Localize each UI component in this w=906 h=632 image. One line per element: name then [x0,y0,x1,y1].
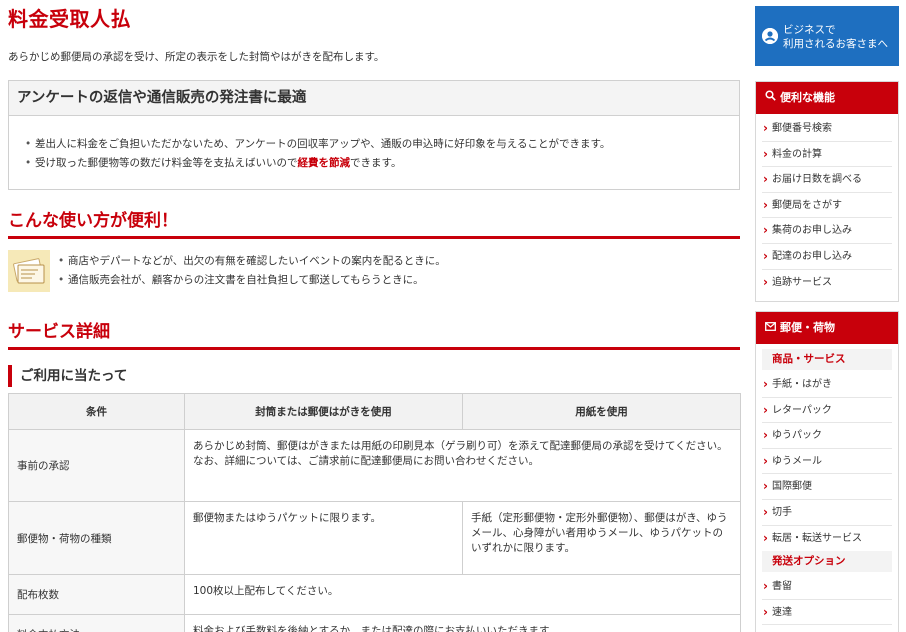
row-value: あらかじめ封筒、郵便はがきまたは用紙の印刷見本（ゲラ刷り可）を添えて配達郵便局の… [184,429,741,502]
sidebar-link-pickup[interactable]: 集荷のお申し込み [762,218,892,244]
options-list: 書留 速達 [762,574,892,626]
sidebar-link-yumail[interactable]: ゆうメール [762,449,892,475]
table-row: 配布枚数 100枚以上配布してください。 [8,574,741,615]
sidebar-link-express[interactable]: 速達 [762,600,892,626]
business-user-icon [762,28,778,44]
category-shipping-options: 発送オプション [762,551,892,573]
tools-list: 郵便番号検索 料金の計算 お届け日数を調べる 郵便局をさがす 集荷のお申し込み … [756,114,898,295]
usage-list: 商店やデパートなどが、出欠の有無を確認したいイベントの案内を配るときに。 通信販… [58,252,446,290]
feature-list: 差出人に料金をご負担いただかないため、アンケートの回収率アップや、通販の申込時に… [9,116,739,173]
sidebar-link-fee-calc[interactable]: 料金の計算 [762,142,892,168]
usage-item: 通信販売会社が、顧客からの注文書を自社負担して郵送してもらうときに。 [58,271,446,290]
envelope-letters-icon [8,250,50,292]
tools-panel-header: 便利な機能 [756,82,898,114]
sidebar-link-redelivery[interactable]: 配達のお申し込み [762,244,892,270]
conditions-table: 条件 封筒または郵便はがきを使用 用紙を使用 事前の承認 あらかじめ封筒、郵便は… [8,393,741,632]
table-row: 料金支払方法 料金および手数料を後納とするか、または配達の際にお支払いいただきま… [8,614,741,632]
business-button-label: ビジネスで 利用されるお客さまへ [783,23,888,51]
sidebar-link-tracking[interactable]: 追跡サービス [762,270,892,296]
row-label: 料金支払方法 [8,614,185,632]
envelope-icon [764,312,776,344]
sidebar-link-yupack[interactable]: ゆうパック [762,423,892,449]
usage-heading: こんな使い方が便利！ [8,206,740,239]
row-value: 100枚以上配布してください。 [184,574,741,615]
page-lead: あらかじめ郵便局の承認を受け、所定の表示をした封筒やはがきを配布します。 [8,51,385,63]
mail-panel-title: 郵便・荷物 [780,321,835,334]
feature-box: アンケートの返信や通信販売の発注書に最適 差出人に料金をご負担いただかないため、… [8,80,740,190]
business-button-line1: ビジネスで [783,24,836,36]
sidebar-link-postal-code[interactable]: 郵便番号検索 [762,116,892,142]
sidebar-link-letters[interactable]: 手紙・はがき [762,372,892,398]
magnifier-icon [764,82,776,114]
tools-panel: 便利な機能 郵便番号検索 料金の計算 お届け日数を調べる 郵便局をさがす 集荷の… [755,81,899,302]
table-header-cell: 封筒または郵便はがきを使用 [184,393,463,430]
usage-row: 商店やデパートなどが、出欠の有無を確認したいイベントの案内を配るときに。 通信販… [8,250,740,300]
table-row: 事前の承認 あらかじめ封筒、郵便はがきまたは用紙の印刷見本（ゲラ刷り可）を添えて… [8,429,741,502]
sidebar-link-stamps[interactable]: 切手 [762,500,892,526]
feature-item-text: 差出人に料金をご負担いただかないため、アンケートの回収率アップや、通販の申込時に… [35,138,611,150]
table-header-cell: 用紙を使用 [462,393,741,430]
feature-heading: アンケートの返信や通信販売の発注書に最適 [9,81,739,116]
sidebar-link-international[interactable]: 国際郵便 [762,474,892,500]
detail-subheading: ご利用に当たって [8,365,740,387]
sidebar-link-letterpack[interactable]: レターパック [762,398,892,424]
row-label: 配布枚数 [8,574,185,615]
row-label: 郵便物・荷物の種類 [8,501,185,575]
detail-heading: サービス詳細 [8,317,740,350]
category-products-services: 商品・サービス [762,349,892,370]
feature-item: 受け取った郵便物等の数だけ料金等を支払えばいいので経費を節減できます。 [25,154,739,173]
mail-panel-body: 商品・サービス 手紙・はがき レターパック ゆうパック ゆうメール 国際郵便 切… [756,344,898,626]
feature-item-text-after: できます。 [350,157,402,169]
table-header-row: 条件 封筒または郵便はがきを使用 用紙を使用 [8,393,741,430]
row-label: 事前の承認 [8,429,185,502]
row-value: 料金および手数料を後納とするか、または配達の際にお支払いいただきます。 [184,614,741,632]
business-customers-button[interactable]: ビジネスで 利用されるお客さまへ [755,6,899,66]
sidebar-link-find-office[interactable]: 郵便局をさがす [762,193,892,219]
sidebar-link-forwarding[interactable]: 転居・転送サービス [762,526,892,552]
usage-item: 商店やデパートなどが、出欠の有無を確認したいイベントの案内を配るときに。 [58,252,446,271]
main-content: 料金受取人払 あらかじめ郵便局の承認を受け、所定の表示をした封筒やはがきを配布し… [8,0,741,632]
table-row: 郵便物・荷物の種類 郵便物またはゆうパケットに限ります。 手紙（定形郵便物・定形… [8,501,741,575]
feature-item: 差出人に料金をご負担いただかないため、アンケートの回収率アップや、通販の申込時に… [25,135,739,154]
mail-panel-header: 郵便・荷物 [756,312,898,344]
table-header-cell: 条件 [8,393,185,430]
tools-panel-title: 便利な機能 [780,91,835,104]
row-value: 郵便物またはゆうパケットに限ります。 [184,501,463,575]
business-button-line2: 利用されるお客さまへ [783,38,888,50]
page-title: 料金受取人払 [8,7,131,31]
row-value: 手紙（定形郵便物・定形外郵便物）、郵便はがき、ゆうメール、心身障がい者用ゆうメー… [462,501,741,575]
sidebar-link-delivery-days[interactable]: お届け日数を調べる [762,167,892,193]
feature-item-text: 受け取った郵便物等の数だけ料金等を支払えばいいので [35,157,298,169]
products-list: 手紙・はがき レターパック ゆうパック ゆうメール 国際郵便 切手 転居・転送サ… [762,372,892,551]
mail-panel: 郵便・荷物 商品・サービス 手紙・はがき レターパック ゆうパック ゆうメール … [755,311,899,632]
feature-item-emphasis: 経費を節減 [297,157,351,169]
sidebar-link-registered[interactable]: 書留 [762,574,892,600]
